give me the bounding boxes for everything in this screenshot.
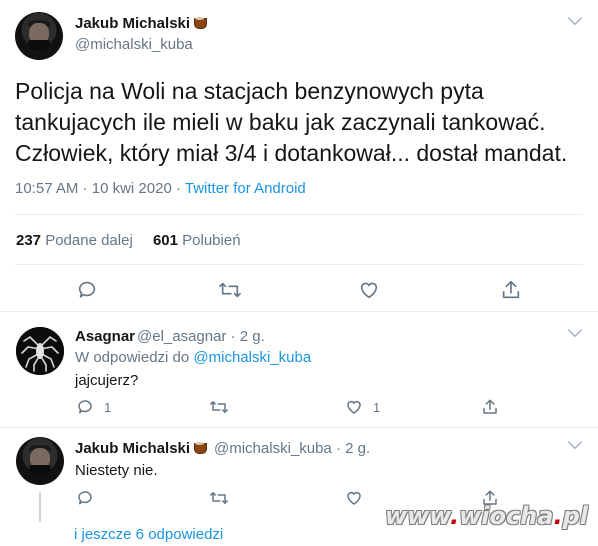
reply-icon xyxy=(78,281,96,298)
share-button[interactable] xyxy=(481,398,499,416)
reply-button[interactable] xyxy=(76,489,94,507)
retweet-icon xyxy=(210,401,228,413)
likes-count: 601 xyxy=(152,232,178,249)
replying-to: W odpowiedzi do @michalski_kuba xyxy=(75,349,311,366)
reply-age[interactable]: 2 g. xyxy=(345,440,370,457)
thread-line xyxy=(39,492,41,522)
replying-to-link[interactable]: @michalski_kuba xyxy=(193,349,311,366)
reply-handle-text[interactable]: @michalski_kuba xyxy=(214,440,332,457)
retweets-label: Podane dalej xyxy=(45,232,133,249)
like-button[interactable] xyxy=(345,489,363,507)
retweet-button[interactable] xyxy=(218,279,242,301)
retweet-button[interactable] xyxy=(209,398,239,416)
author-handle[interactable]: @michalski_kuba xyxy=(75,36,193,53)
like-icon xyxy=(360,282,378,299)
reply-handle-text[interactable]: @el_asagnar xyxy=(137,328,226,345)
author-name-text[interactable]: Jakub Michalski xyxy=(75,15,190,32)
main-tweet: Jakub Michalski @michalski_kuba Policja … xyxy=(0,0,598,312)
reply-text: jajcujerz? xyxy=(75,372,139,389)
tweet-source-link[interactable]: Twitter for Android xyxy=(185,180,306,197)
chevron-down-icon[interactable] xyxy=(567,322,583,338)
like-count: 1 xyxy=(373,399,381,415)
reply-button[interactable]: 1 xyxy=(76,398,111,416)
divider xyxy=(15,264,583,265)
share-icon xyxy=(502,280,520,299)
divider xyxy=(0,427,598,428)
coffee-cup-icon xyxy=(193,441,208,454)
meta-separator: · xyxy=(230,328,236,345)
reply-author-name[interactable]: Jakub Michalski xyxy=(75,440,208,457)
like-button[interactable]: 1 xyxy=(345,398,380,416)
watermark-part: wiocha xyxy=(459,502,554,530)
reply-button[interactable] xyxy=(76,279,98,301)
watermark-dot: . xyxy=(449,502,460,530)
reply-author-handle: @el_asagnar · 2 g. xyxy=(137,328,265,345)
watermark-dot: . xyxy=(553,502,563,530)
tweet-time[interactable]: 10:57 AM xyxy=(15,180,78,197)
avatar[interactable] xyxy=(16,327,64,375)
avatar[interactable] xyxy=(16,437,64,485)
chevron-down-icon[interactable] xyxy=(567,10,583,26)
likes-stat[interactable]: 601 Polubień xyxy=(153,232,241,249)
likes-label: Polubień xyxy=(182,232,241,249)
avatar[interactable] xyxy=(15,12,63,60)
meta-separator: · xyxy=(82,180,88,197)
reply-author-name-text[interactable]: Jakub Michalski xyxy=(75,440,190,457)
avatar-face-mask xyxy=(29,464,51,476)
avatar-face-mask xyxy=(28,39,50,51)
reply-icon xyxy=(78,400,92,414)
retweets-count: 237 xyxy=(16,232,42,249)
tweet-meta: 10:57 AM · 10 kwi 2020 · Twitter for And… xyxy=(15,180,306,197)
watermark-part: www xyxy=(384,502,450,530)
chevron-down-icon[interactable] xyxy=(567,434,583,450)
tweet-text: Policja na Woli na stacjach benzynowych … xyxy=(15,78,568,166)
tweet-date[interactable]: 10 kwi 2020 xyxy=(92,180,172,197)
spider-logo-icon xyxy=(16,327,64,375)
meta-separator: · xyxy=(175,180,181,197)
coffee-cup-icon xyxy=(193,16,208,29)
tweet-stats: 237 Podane dalej 601 Polubień xyxy=(16,232,241,249)
reply-text: Niestety nie. xyxy=(75,462,158,479)
watermark-part: pl xyxy=(562,502,588,530)
replying-prefix: W odpowiedzi do xyxy=(75,349,190,366)
divider xyxy=(15,214,583,215)
author-name[interactable]: Jakub Michalski xyxy=(75,15,208,32)
retweet-icon xyxy=(219,282,241,298)
retweet-icon xyxy=(210,492,228,504)
share-button[interactable] xyxy=(500,279,522,301)
like-icon xyxy=(347,400,361,414)
reply-author-name[interactable]: Asagnar xyxy=(75,328,135,345)
retweets-stat[interactable]: 237 Podane dalej xyxy=(16,232,133,249)
retweet-button[interactable] xyxy=(209,489,229,507)
reply-icon xyxy=(78,491,92,505)
reply-author-handle: @michalski_kuba · 2 g. xyxy=(214,440,370,457)
show-more-replies-link[interactable]: i jeszcze 6 odpowiedzi xyxy=(74,526,223,543)
reply-age[interactable]: 2 g. xyxy=(240,328,265,345)
meta-separator: · xyxy=(335,440,341,457)
share-icon xyxy=(483,399,497,414)
like-button[interactable] xyxy=(358,279,380,301)
like-icon xyxy=(347,491,361,505)
reply-count: 1 xyxy=(104,399,112,415)
watermark-logo: www.wiocha.pl xyxy=(385,502,588,530)
